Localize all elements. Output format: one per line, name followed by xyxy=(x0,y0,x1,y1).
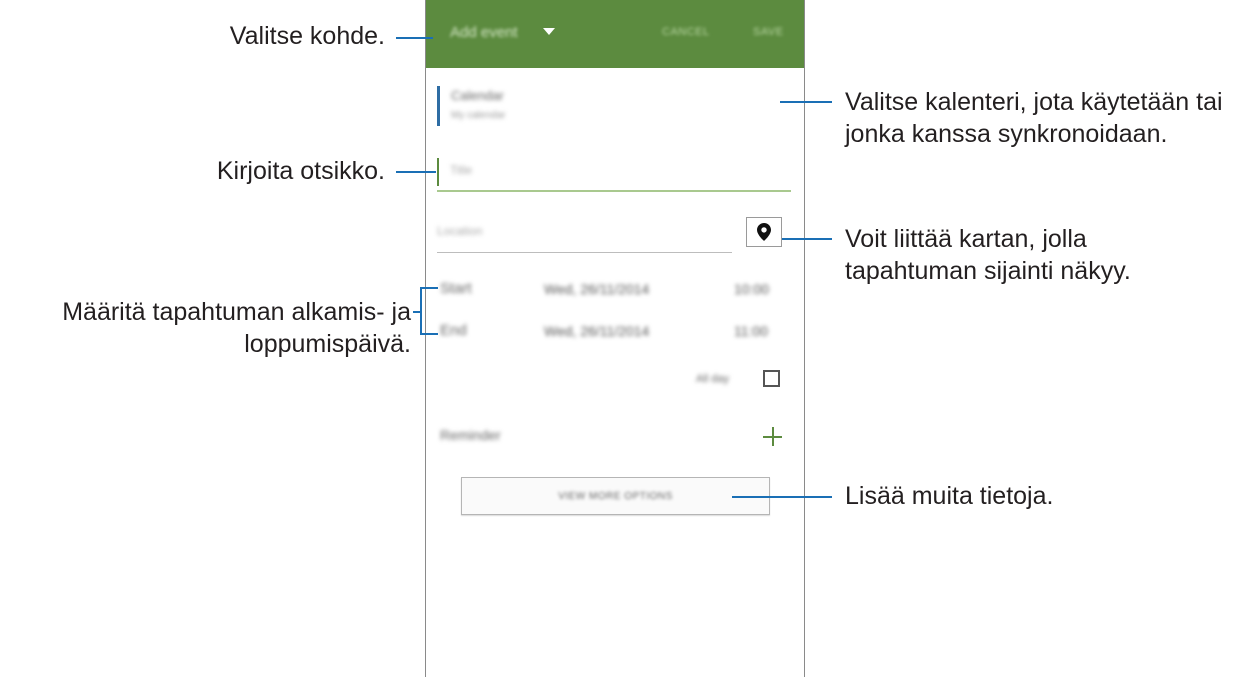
callout-enter-title: Kirjoita otsikko. xyxy=(216,157,385,185)
callout-line-start xyxy=(420,287,438,289)
cancel-button[interactable]: CANCEL xyxy=(662,26,710,38)
callout-line-details xyxy=(732,496,832,498)
event-type-selector[interactable]: Add event xyxy=(450,24,518,41)
callout-set-dates-line2: loppumispäivä. xyxy=(244,330,411,358)
callout-attach-map: Voit liittää kartan, jolla tapahtuman si… xyxy=(845,223,1131,287)
reminder-label: Reminder xyxy=(440,427,501,443)
map-pin-icon xyxy=(757,223,771,241)
app-bar: Add event CANCEL SAVE xyxy=(426,0,804,68)
view-more-options-label: VIEW MORE OPTIONS xyxy=(558,490,673,502)
end-date[interactable]: Wed, 26/11/2014 xyxy=(544,323,649,339)
callout-set-dates: Määritä tapahtuman alkamis- ja loppumisp… xyxy=(62,296,411,360)
calendar-accent-bar xyxy=(437,86,440,126)
save-button[interactable]: SAVE xyxy=(753,26,784,38)
all-day-label: All day xyxy=(696,373,730,385)
start-date[interactable]: Wed, 26/11/2014 xyxy=(544,281,649,297)
callout-attach-map-line1: Voit liittää kartan, jolla xyxy=(845,225,1087,253)
map-pin-button[interactable] xyxy=(746,217,782,247)
end-label: End xyxy=(440,322,467,339)
callout-select-item: Valitse kohde. xyxy=(229,22,385,50)
phone-screen: Add event CANCEL SAVE Calendar My calend… xyxy=(425,0,805,677)
callout-line-select-item xyxy=(396,37,433,39)
callout-add-details: Lisää muita tietoja. xyxy=(845,482,1054,510)
title-underline xyxy=(437,190,791,192)
start-time[interactable]: 10:00 xyxy=(734,281,769,297)
callout-select-calendar-line2: jonka kanssa synkronoidaan. xyxy=(845,120,1168,148)
dropdown-caret-icon[interactable] xyxy=(543,28,555,35)
callout-line-end xyxy=(420,333,438,335)
callout-attach-map-line2: tapahtuman sijainti näkyy. xyxy=(845,257,1131,285)
view-more-options-button[interactable]: VIEW MORE OPTIONS xyxy=(461,477,770,515)
calendar-value[interactable]: My calendar xyxy=(451,110,505,121)
start-label: Start xyxy=(440,280,472,297)
callout-select-calendar: Valitse kalenteri, jota käytetään tai jo… xyxy=(845,86,1223,150)
calendar-label[interactable]: Calendar xyxy=(451,88,504,103)
callout-line-dates xyxy=(413,311,422,313)
callout-set-dates-line1: Määritä tapahtuman alkamis- ja xyxy=(62,298,411,326)
title-cursor xyxy=(437,158,439,186)
all-day-checkbox[interactable] xyxy=(763,370,780,387)
end-time[interactable]: 11:00 xyxy=(734,323,768,339)
callout-line-map xyxy=(782,238,832,240)
title-input[interactable]: Title xyxy=(450,163,472,177)
location-input[interactable]: Location xyxy=(437,224,482,238)
callout-line-calendar xyxy=(780,101,832,103)
callout-line-enter-title xyxy=(396,171,436,173)
location-underline xyxy=(437,252,732,253)
callout-select-calendar-line1: Valitse kalenteri, jota käytetään tai xyxy=(845,88,1223,116)
